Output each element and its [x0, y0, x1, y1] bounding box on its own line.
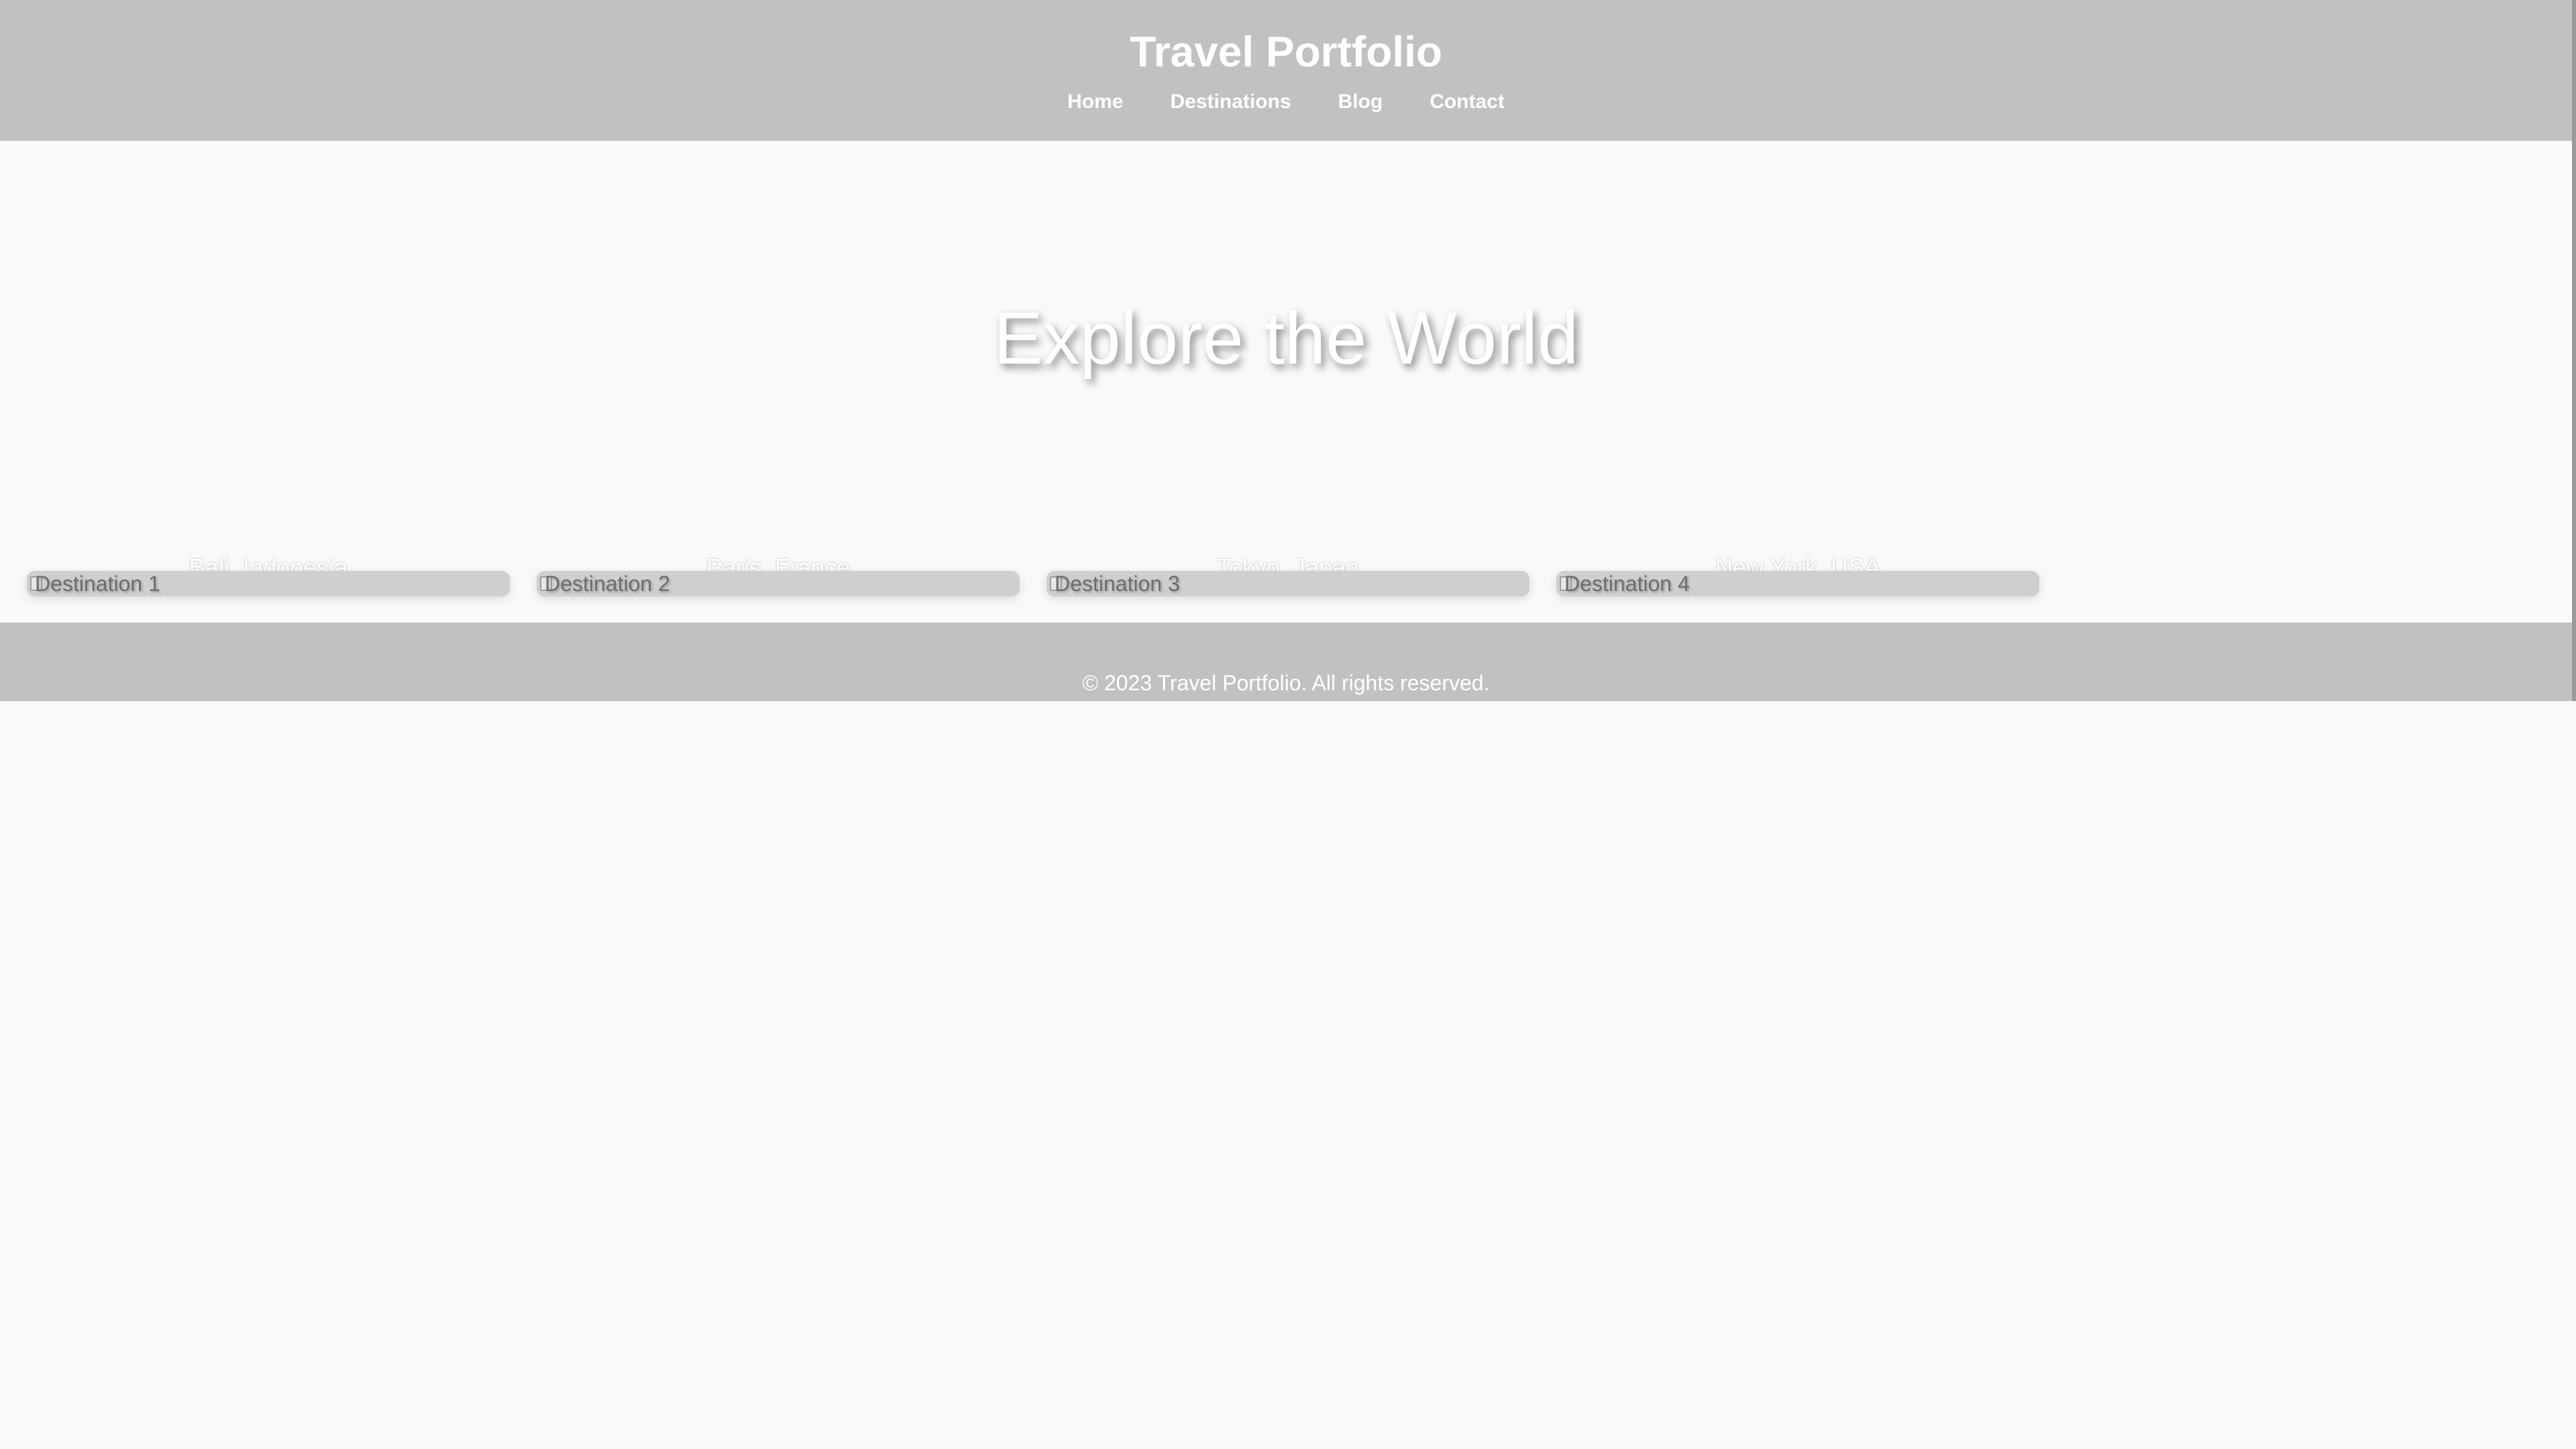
destination-image-alt: Destination 1 [35, 572, 160, 596]
nav-link-contact[interactable]: Contact [1430, 89, 1505, 115]
destination-image-alt: Destination 4 [1564, 572, 1690, 596]
destination-image[interactable]: Destination 2 [537, 571, 1020, 596]
site-title: Travel Portfolio [1130, 28, 1442, 76]
nav-link-home[interactable]: Home [1067, 89, 1123, 115]
nav-link-blog[interactable]: Blog [1338, 89, 1383, 115]
destination-card-2[interactable]: Paris, France Destination 2 [537, 523, 1020, 597]
destination-image-alt: Destination 3 [1055, 572, 1180, 596]
footer-copyright: © 2023 Travel Portfolio. All rights rese… [1082, 671, 1490, 695]
destinations-gallery: Bali, Indonesia Destination 1 Paris, Fra… [0, 523, 2572, 623]
destination-card-4[interactable]: New York, USA Destination 4 [1556, 523, 2039, 597]
hero-title: Explore the World [993, 297, 1579, 380]
site-header: Travel Portfolio Home Destinations Blog … [0, 0, 2572, 141]
destination-card-3[interactable]: Tokyo, Japan Destination 3 [1046, 523, 1529, 597]
main-nav: Home Destinations Blog Contact [0, 89, 2572, 115]
destination-image[interactable]: Destination 1 [27, 571, 510, 596]
site-footer: © 2023 Travel Portfolio. All rights rese… [0, 623, 2572, 701]
nav-link-destinations[interactable]: Destinations [1171, 89, 1291, 115]
scrollbar[interactable] [2572, 0, 2576, 701]
destination-image-alt: Destination 2 [545, 572, 670, 596]
destination-image[interactable]: Destination 3 [1046, 571, 1529, 596]
destination-card-1[interactable]: Bali, Indonesia Destination 1 [27, 523, 510, 597]
destination-image[interactable]: Destination 4 [1556, 571, 2039, 596]
